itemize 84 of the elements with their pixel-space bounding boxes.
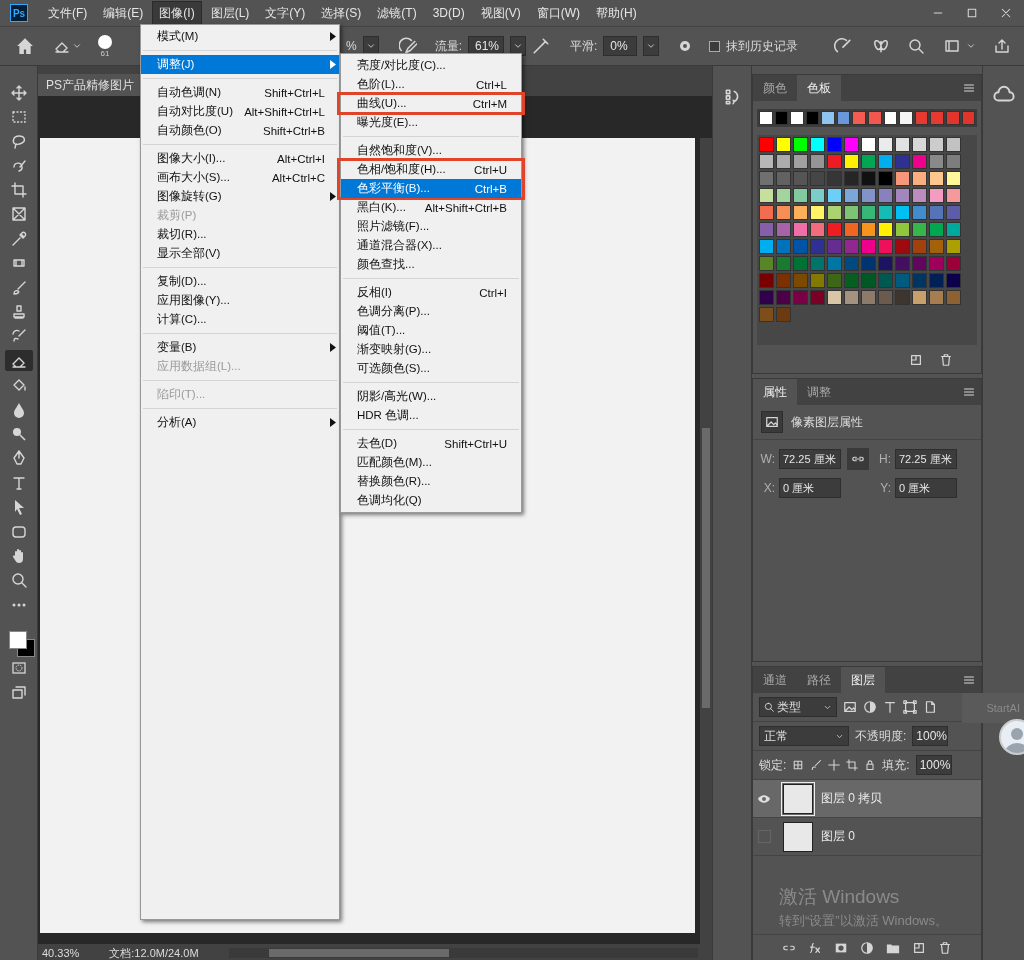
- panel-tab[interactable]: 颜色: [753, 75, 797, 101]
- menu-item[interactable]: 去色(D) Shift+Ctrl+U: [341, 434, 521, 453]
- layer-name: 图层 0: [821, 828, 855, 845]
- menu-item[interactable]: 渐变映射(G)...: [341, 340, 521, 359]
- menu-bar-item[interactable]: 窗口(W): [530, 1, 586, 25]
- menu-item[interactable]: 应用图像(Y)...: [141, 291, 339, 310]
- field-label: Y:: [879, 481, 891, 495]
- width-field[interactable]: 72.25 厘米: [779, 449, 841, 469]
- menu-item[interactable]: 匹配颜色(M)...: [341, 453, 521, 472]
- document-info[interactable]: 文档:12.0M/24.0M: [109, 945, 199, 960]
- flow-field[interactable]: 61%: [468, 36, 504, 56]
- checkbox-label: 抹到历史记录: [726, 37, 799, 55]
- panel-tab[interactable]: 调整: [797, 379, 841, 405]
- layer-row[interactable]: 图层 0 拷贝: [753, 780, 981, 818]
- menu-item[interactable]: 变量(B): [141, 338, 339, 357]
- menu-item[interactable]: 图像旋转(G): [141, 187, 339, 206]
- flow-label: 流量:: [434, 37, 462, 55]
- menu-item[interactable]: 图像大小(I)... Alt+Ctrl+I: [141, 149, 339, 168]
- menu-item[interactable]: 色调分离(P)...: [341, 302, 521, 321]
- menu-item[interactable]: 照片滤镜(F)...: [341, 217, 521, 236]
- menu-item[interactable]: 色阶(L)... Ctrl+L: [341, 75, 521, 94]
- menu-item[interactable]: 自动对比度(U) Alt+Shift+Ctrl+L: [141, 102, 339, 121]
- menu-bar-item[interactable]: 文字(Y): [259, 1, 312, 25]
- smoothing-label: 平滑:: [570, 37, 598, 55]
- height-field[interactable]: 72.25 厘米: [895, 449, 957, 469]
- menu-item[interactable]: 阴影/高光(W)...: [341, 387, 521, 406]
- menu-bar-item[interactable]: 滤镜(T): [371, 1, 423, 25]
- menu-item[interactable]: 色彩平衡(B)... Ctrl+B: [341, 179, 521, 198]
- menu-item[interactable]: 显示全部(V): [141, 244, 339, 263]
- menu-item[interactable]: 分析(A): [141, 413, 339, 432]
- value-fragment: %: [346, 39, 357, 53]
- field-label: W:: [759, 452, 775, 466]
- menu-bar-item[interactable]: 图像(I): [153, 1, 201, 25]
- menu-item[interactable]: 自动颜色(O) Shift+Ctrl+B: [141, 121, 339, 140]
- layer-row[interactable]: 图层 0: [753, 818, 981, 856]
- field-label: H:: [878, 452, 891, 466]
- menu-item[interactable]: 通道混合器(X)...: [341, 236, 521, 255]
- menu-bar-item[interactable]: 选择(S): [315, 1, 368, 25]
- x-field[interactable]: 0 厘米: [779, 478, 841, 498]
- menu-item[interactable]: 复制(D)...: [141, 272, 339, 291]
- menu-bar-item[interactable]: 视图(V): [474, 1, 527, 25]
- menu-item[interactable]: 自然饱和度(V)...: [341, 141, 521, 160]
- menu-item[interactable]: 裁切(R)...: [141, 225, 339, 244]
- app-logo[interactable]: Ps: [10, 4, 28, 22]
- menu-item[interactable]: 颜色查找...: [341, 255, 521, 274]
- menu-item[interactable]: 亮度/对比度(C)...: [341, 56, 521, 75]
- lock-label: 锁定:: [759, 756, 787, 774]
- menu-item[interactable]: 计算(C)...: [141, 310, 339, 329]
- opacity-label: 不透明度:: [855, 727, 907, 745]
- fill-label: 填充:: [882, 756, 910, 774]
- menu-item[interactable]: 调整(J): [141, 55, 339, 74]
- menu-item[interactable]: 可选颜色(S)...: [341, 359, 521, 378]
- menu-item[interactable]: 模式(M): [141, 27, 339, 46]
- menu-item[interactable]: 色调均化(Q): [341, 491, 521, 510]
- menu-item[interactable]: 黑白(K)... Alt+Shift+Ctrl+B: [341, 198, 521, 217]
- menu-item[interactable]: 阈值(T)...: [341, 321, 521, 340]
- menu-item[interactable]: 替换颜色(R)...: [341, 472, 521, 491]
- menu-item[interactable]: HDR 色调...: [341, 406, 521, 425]
- fill-field[interactable]: 100%: [915, 755, 952, 775]
- panel-tab[interactable]: 通道: [753, 667, 797, 693]
- menu-item[interactable]: 曲线(U)... Ctrl+M: [341, 94, 521, 113]
- opacity-field[interactable]: 100%: [912, 726, 949, 746]
- zoom-level: 40.33%: [42, 947, 80, 959]
- menu-bar-item[interactable]: 帮助(H): [590, 1, 643, 25]
- brush-size: 61: [100, 48, 110, 58]
- panel-tab[interactable]: 图层: [841, 667, 885, 693]
- menu-item[interactable]: 曝光度(E)...: [341, 113, 521, 132]
- panel-tab[interactable]: 色板: [797, 75, 841, 101]
- layer-name: 图层 0 拷贝: [821, 790, 883, 807]
- layer-filter-dropdown[interactable]: 类型: [759, 697, 837, 717]
- field-label: X:: [762, 481, 775, 495]
- blend-mode-dropdown[interactable]: 正常: [759, 726, 849, 746]
- smoothing-field[interactable]: 0%: [603, 36, 638, 56]
- y-field[interactable]: 0 厘米: [895, 478, 957, 498]
- menu-bar-item[interactable]: 编辑(E): [97, 1, 150, 25]
- menu-item[interactable]: 色相/饱和度(H)... Ctrl+U: [341, 160, 521, 179]
- menu-item[interactable]: 反相(I) Ctrl+I: [341, 283, 521, 302]
- panel-tab[interactable]: 属性: [753, 379, 797, 405]
- menu-item[interactable]: 画布大小(S)... Alt+Ctrl+C: [141, 168, 339, 187]
- properties-title: 像素图层属性: [791, 413, 863, 431]
- menu-bar-item[interactable]: 图层(L): [204, 1, 256, 25]
- menu-bar-item[interactable]: 文件(F): [42, 1, 94, 25]
- panel-tab[interactable]: 路径: [797, 667, 841, 693]
- menu-bar-item[interactable]: 3D(D): [426, 3, 471, 23]
